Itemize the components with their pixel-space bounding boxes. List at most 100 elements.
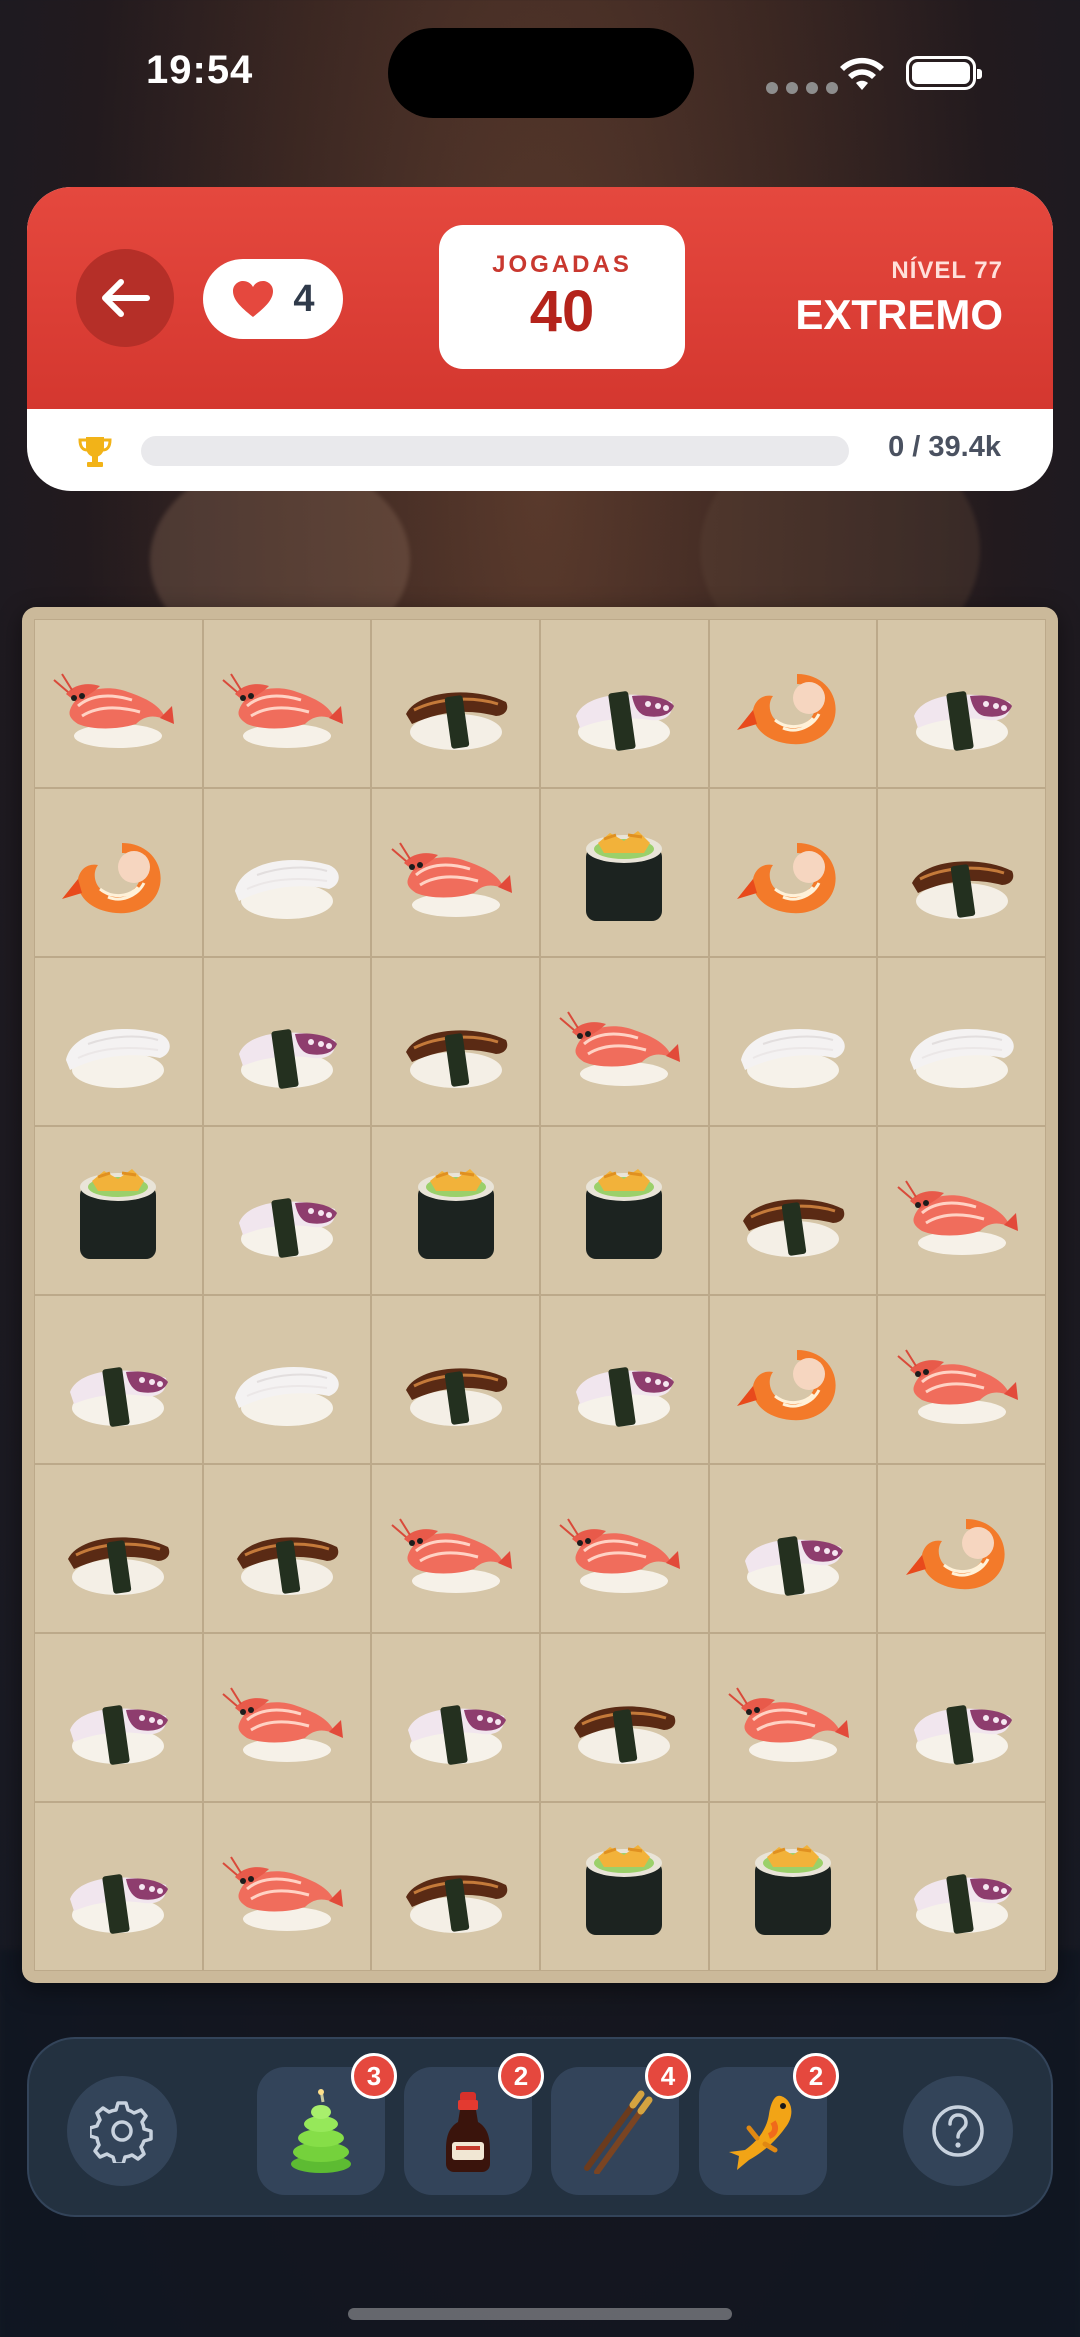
board-tile[interactable] — [202, 1802, 372, 1971]
board-tile[interactable] — [34, 1126, 203, 1295]
powerup-koi-button[interactable]: 2 — [699, 2053, 839, 2195]
help-button[interactable] — [903, 2076, 1013, 2186]
squid-nigiri-icon — [234, 859, 339, 919]
moves-value: 40 — [529, 279, 595, 344]
shrimp-nigiri-icon — [222, 1855, 343, 1931]
octopus-nigiri-icon — [913, 690, 1012, 751]
board-tile[interactable] — [34, 788, 203, 957]
board-tile[interactable] — [34, 1295, 203, 1464]
shrimp-nigiri-icon — [897, 1179, 1018, 1255]
board-tile[interactable] — [540, 788, 709, 957]
board-tile[interactable] — [877, 1464, 1046, 1633]
board-tile[interactable] — [877, 619, 1046, 788]
board-tile[interactable] — [540, 619, 709, 788]
board-tile[interactable] — [877, 1126, 1046, 1295]
board-tile[interactable] — [877, 1633, 1046, 1802]
board-tile[interactable] — [540, 1295, 709, 1464]
eel-nigiri-icon — [742, 1198, 845, 1257]
powerup-wasabi-button[interactable]: 3 — [257, 2053, 397, 2195]
board-tile[interactable] — [371, 619, 540, 788]
board-tile[interactable] — [540, 1802, 709, 1971]
score-text: 0 / 39.4k — [888, 431, 1001, 463]
board-tile[interactable] — [202, 1633, 372, 1802]
tamago-maki-icon — [586, 830, 663, 921]
board-tile[interactable] — [540, 957, 709, 1126]
board-tile[interactable] — [202, 788, 372, 957]
board-tile[interactable] — [202, 957, 372, 1126]
board-tile[interactable] — [877, 957, 1046, 1126]
octopus-nigiri-icon — [238, 1197, 337, 1258]
board-tile[interactable] — [708, 1464, 878, 1633]
signal-dots-icon — [766, 82, 838, 94]
octopus-nigiri-icon — [576, 690, 675, 751]
cooked-shrimp-icon — [62, 842, 161, 913]
squid-nigiri-icon — [234, 1366, 339, 1426]
board-tile[interactable] — [34, 619, 203, 788]
powerup-count-badge: 3 — [351, 2053, 397, 2099]
dynamic-island — [388, 28, 694, 118]
octopus-nigiri-icon — [576, 1366, 675, 1427]
board-tile[interactable] — [34, 1633, 203, 1802]
chopsticks-icon — [584, 2090, 653, 2174]
level-info: NÍVEL 77 EXTREMO — [795, 257, 1003, 339]
board-tile[interactable] — [202, 1126, 372, 1295]
board-tile[interactable] — [708, 1802, 878, 1971]
powerup-count-badge: 4 — [645, 2053, 691, 2099]
eel-nigiri-icon — [405, 1367, 507, 1426]
wasabi-bomb-icon — [291, 2089, 351, 2173]
powerup-chopsticks-button[interactable]: 4 — [551, 2053, 691, 2195]
powerup-soy-sauce-button[interactable]: 2 — [404, 2053, 544, 2195]
board-tile[interactable] — [371, 957, 540, 1126]
board-tile[interactable] — [877, 788, 1046, 957]
board-tile[interactable] — [34, 1464, 203, 1633]
shrimp-nigiri-icon — [391, 1517, 512, 1593]
board-tile[interactable] — [371, 1295, 540, 1464]
cooked-shrimp-icon — [736, 1349, 836, 1420]
board-tile[interactable] — [540, 1126, 709, 1295]
board-tile[interactable] — [708, 1126, 878, 1295]
board-tile[interactable] — [708, 957, 878, 1126]
board-tile[interactable] — [708, 1295, 878, 1464]
powerup-count-badge: 2 — [793, 2053, 839, 2099]
cooked-shrimp-icon — [736, 842, 836, 913]
shrimp-nigiri-icon — [559, 1010, 681, 1086]
squid-nigiri-icon — [66, 1028, 171, 1088]
board-tile[interactable] — [371, 1464, 540, 1633]
settings-button[interactable] — [67, 2076, 177, 2186]
board-tile[interactable] — [877, 1295, 1046, 1464]
octopus-nigiri-icon — [744, 1535, 843, 1596]
board-tile[interactable] — [371, 788, 540, 957]
status-time: 19:54 — [146, 48, 254, 92]
cooked-shrimp-icon — [736, 673, 836, 744]
board-tile[interactable] — [708, 1633, 878, 1802]
shrimp-nigiri-icon — [222, 672, 343, 748]
board-tile[interactable] — [371, 1126, 540, 1295]
octopus-nigiri-icon — [70, 1873, 169, 1934]
home-indicator[interactable] — [348, 2308, 732, 2320]
score-progress: 0 / 39.4k — [27, 409, 1053, 491]
board-tile[interactable] — [371, 1633, 540, 1802]
board-tile[interactable] — [202, 1295, 372, 1464]
board-tile[interactable] — [877, 1802, 1046, 1971]
board-tile[interactable] — [34, 957, 203, 1126]
board-tile[interactable] — [540, 1633, 709, 1802]
board-tile[interactable] — [202, 619, 372, 788]
shrimp-nigiri-icon — [897, 1348, 1018, 1424]
board-tile[interactable] — [540, 1464, 709, 1633]
tamago-maki-icon — [754, 1844, 831, 1935]
heart-icon — [233, 281, 274, 317]
board-tile[interactable] — [371, 1802, 540, 1971]
koi-fish-icon — [729, 2095, 792, 2170]
board-tile[interactable] — [202, 1464, 372, 1633]
board-tile[interactable] — [34, 1802, 203, 1971]
board-tile[interactable] — [708, 619, 878, 788]
octopus-nigiri-icon — [913, 1704, 1012, 1765]
board-tile[interactable] — [708, 788, 878, 957]
tamago-maki-icon — [586, 1844, 663, 1935]
eel-nigiri-icon — [405, 1874, 507, 1933]
squid-nigiri-icon — [909, 1028, 1014, 1088]
level-header-banner: 4 JOGADAS 40 NÍVEL 77 EXTREMO — [27, 187, 1053, 409]
shrimp-nigiri-icon — [559, 1517, 681, 1593]
back-button[interactable] — [76, 249, 174, 347]
score-progress-bar — [141, 436, 849, 466]
